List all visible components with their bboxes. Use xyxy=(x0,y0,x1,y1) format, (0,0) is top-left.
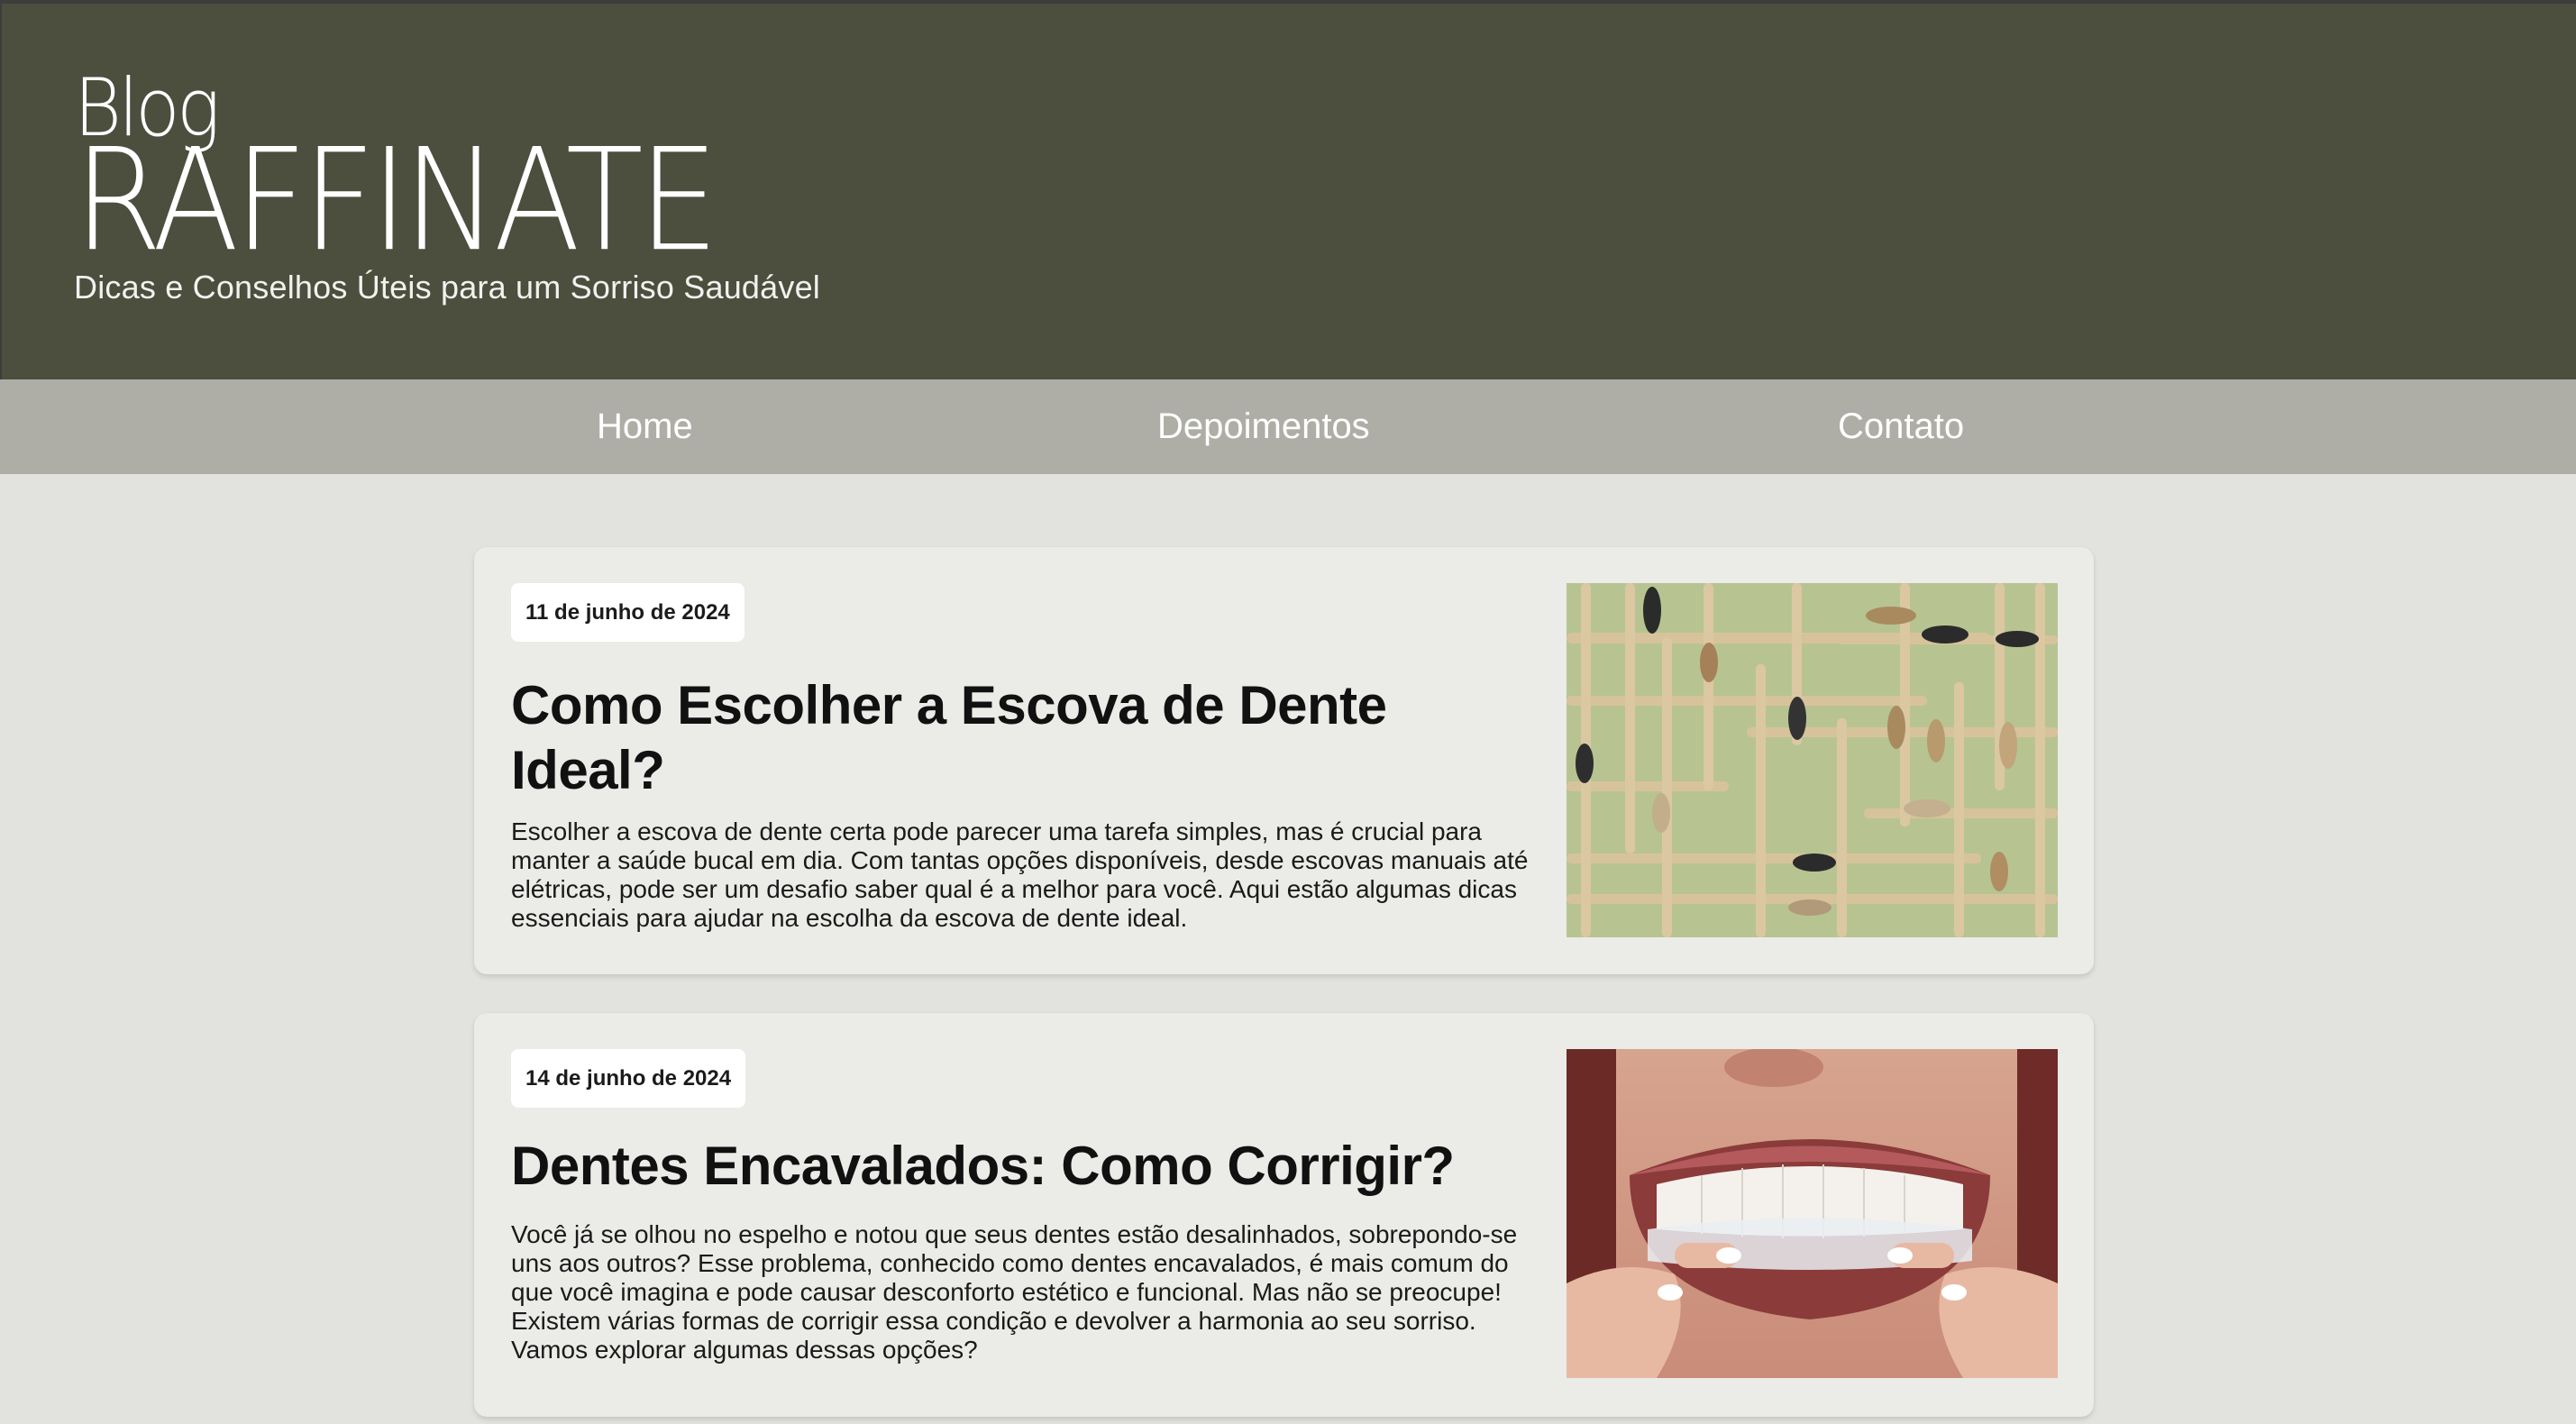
post-card[interactable]: 11 de junho de 2024 Como Escolher a Esco… xyxy=(474,547,2094,974)
post-excerpt: Escolher a escova de dente certa pode pa… xyxy=(511,817,1529,932)
toothbrushes-illustration xyxy=(1567,583,2058,937)
site-header: Blog RAFFINATE Dicas e Conselhos Úteis p… xyxy=(0,0,2576,379)
post-card[interactable]: 14 de junho de 2024 Dentes Encavalados: … xyxy=(474,1013,2094,1417)
main-nav: Home Depoimentos Contato xyxy=(0,379,2576,474)
post-date-badge: 14 de junho de 2024 xyxy=(511,1049,746,1108)
brand-name: RAFFINATE xyxy=(74,117,718,283)
nav-item-contato[interactable]: Contato xyxy=(1838,379,1964,474)
post-image-toothbrushes[interactable] xyxy=(1567,583,2058,937)
post-image-aligner[interactable] xyxy=(1567,1049,2058,1378)
posts-list: 11 de junho de 2024 Como Escolher a Esco… xyxy=(0,474,2576,1424)
post-title[interactable]: Dentes Encavalados: Como Corrigir? xyxy=(511,1134,1503,1199)
post-date-badge: 11 de junho de 2024 xyxy=(511,583,744,642)
brand-logo[interactable]: Blog RAFFINATE Dicas e Conselhos Úteis p… xyxy=(74,68,820,306)
post-excerpt: Você já se olhou no espelho e notou que … xyxy=(511,1220,1518,1364)
aligner-smile-illustration xyxy=(1567,1049,2058,1378)
nav-item-home[interactable]: Home xyxy=(597,379,693,474)
nav-item-depoimentos[interactable]: Depoimentos xyxy=(1157,379,1370,474)
post-title[interactable]: Como Escolher a Escova de Dente Ideal? xyxy=(511,673,1503,803)
